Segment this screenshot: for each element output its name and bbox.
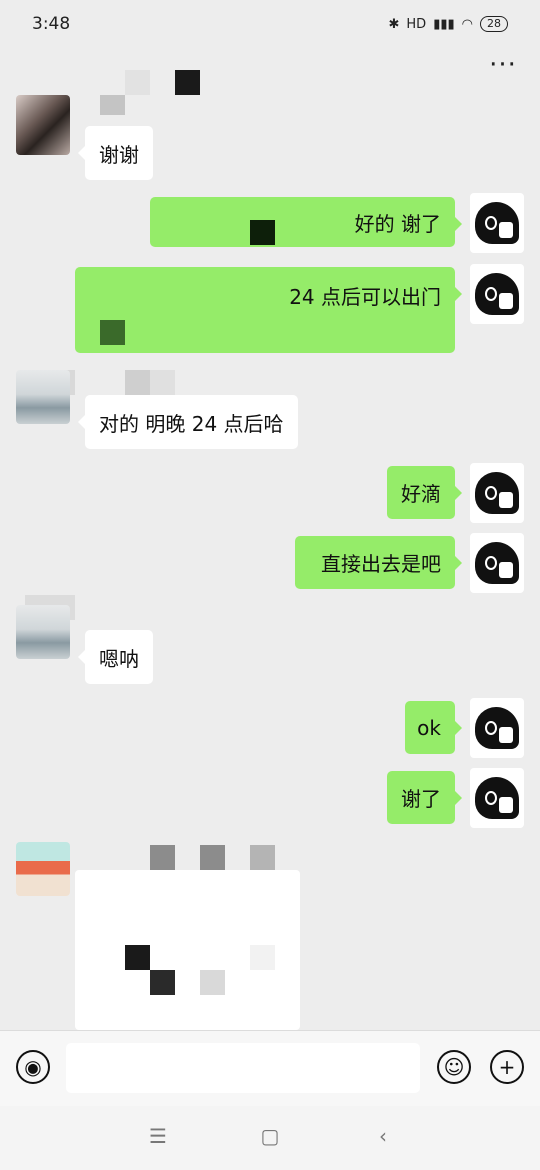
message-text: 直接出去是吧 — [321, 552, 441, 576]
contact-avatar[interactable] — [16, 95, 70, 155]
message-text: 嗯呐 — [99, 646, 139, 671]
message-text: 谢了 — [401, 787, 441, 811]
my-avatar[interactable] — [470, 264, 524, 324]
bear-avatar-icon — [475, 202, 519, 244]
censored-block — [150, 970, 175, 995]
censored-block — [250, 945, 275, 970]
chat-area[interactable]: 谢谢 好的 谢了 24 点后可以出门 对的 明晚 24 点后哈 好滴 直接出去是… — [0, 0, 540, 1030]
my-avatar[interactable] — [470, 533, 524, 593]
bear-avatar-icon — [475, 707, 519, 749]
emoji-icon[interactable]: ☺ — [437, 1050, 471, 1084]
censored-name-block — [125, 70, 150, 95]
plus-icon[interactable]: + — [490, 1050, 524, 1084]
message-bubble-outgoing[interactable]: 24 点后可以出门 — [75, 267, 462, 353]
contact-avatar[interactable] — [16, 370, 70, 424]
censored-block — [100, 320, 125, 345]
message-text: 好滴 — [401, 482, 441, 506]
my-avatar[interactable] — [470, 768, 524, 828]
message-bubble-incoming[interactable]: 谢谢 — [78, 126, 153, 180]
message-bubble-incoming[interactable]: 嗯呐 — [78, 630, 153, 684]
message-text: 24 点后可以出门 — [289, 285, 441, 309]
message-input[interactable] — [66, 1043, 420, 1093]
bear-avatar-icon — [475, 273, 519, 315]
message-bubble-outgoing[interactable]: 好的 谢了 — [150, 197, 462, 247]
my-avatar[interactable] — [470, 698, 524, 758]
censored-name-block — [200, 845, 225, 870]
censored-name-block — [150, 370, 175, 395]
home-icon[interactable]: ▢ — [255, 1124, 285, 1148]
bear-avatar-icon — [475, 472, 519, 514]
menu-icon[interactable]: ☰ — [143, 1124, 173, 1148]
message-text: 对的 明晚 24 点后哈 — [99, 411, 284, 436]
censored-block — [250, 220, 275, 245]
censored-name-block — [250, 845, 275, 870]
censored-name-block — [150, 845, 175, 870]
my-avatar[interactable] — [470, 463, 524, 523]
message-text: 好的 谢了 — [354, 211, 441, 236]
censored-block — [200, 970, 225, 995]
message-bubble-outgoing[interactable]: 直接出去是吧 — [295, 536, 462, 589]
message-bubble-outgoing[interactable]: 谢了 — [387, 771, 462, 824]
message-text: 谢谢 — [99, 142, 139, 167]
message-bubble-outgoing[interactable]: 好滴 — [387, 466, 462, 519]
message-bubble-outgoing[interactable]: ok — [405, 701, 462, 754]
censored-block — [125, 945, 150, 970]
message-text: ok — [417, 715, 441, 740]
censored-name-block — [175, 70, 200, 95]
bear-avatar-icon — [475, 542, 519, 584]
bear-avatar-icon — [475, 777, 519, 819]
input-bar: ◉ ☺ + — [0, 1030, 540, 1107]
back-icon[interactable]: ‹ — [368, 1124, 398, 1148]
message-bubble-incoming[interactable]: 对的 明晚 24 点后哈 — [78, 395, 298, 449]
voice-icon[interactable]: ◉ — [16, 1050, 50, 1084]
contact-avatar[interactable] — [16, 605, 70, 659]
system-nav-bar: ☰ ▢ ‹ — [0, 1106, 540, 1170]
contact-avatar[interactable] — [16, 842, 70, 896]
censored-name-block — [100, 95, 125, 115]
my-avatar[interactable] — [470, 193, 524, 253]
censored-name-block — [125, 370, 150, 395]
